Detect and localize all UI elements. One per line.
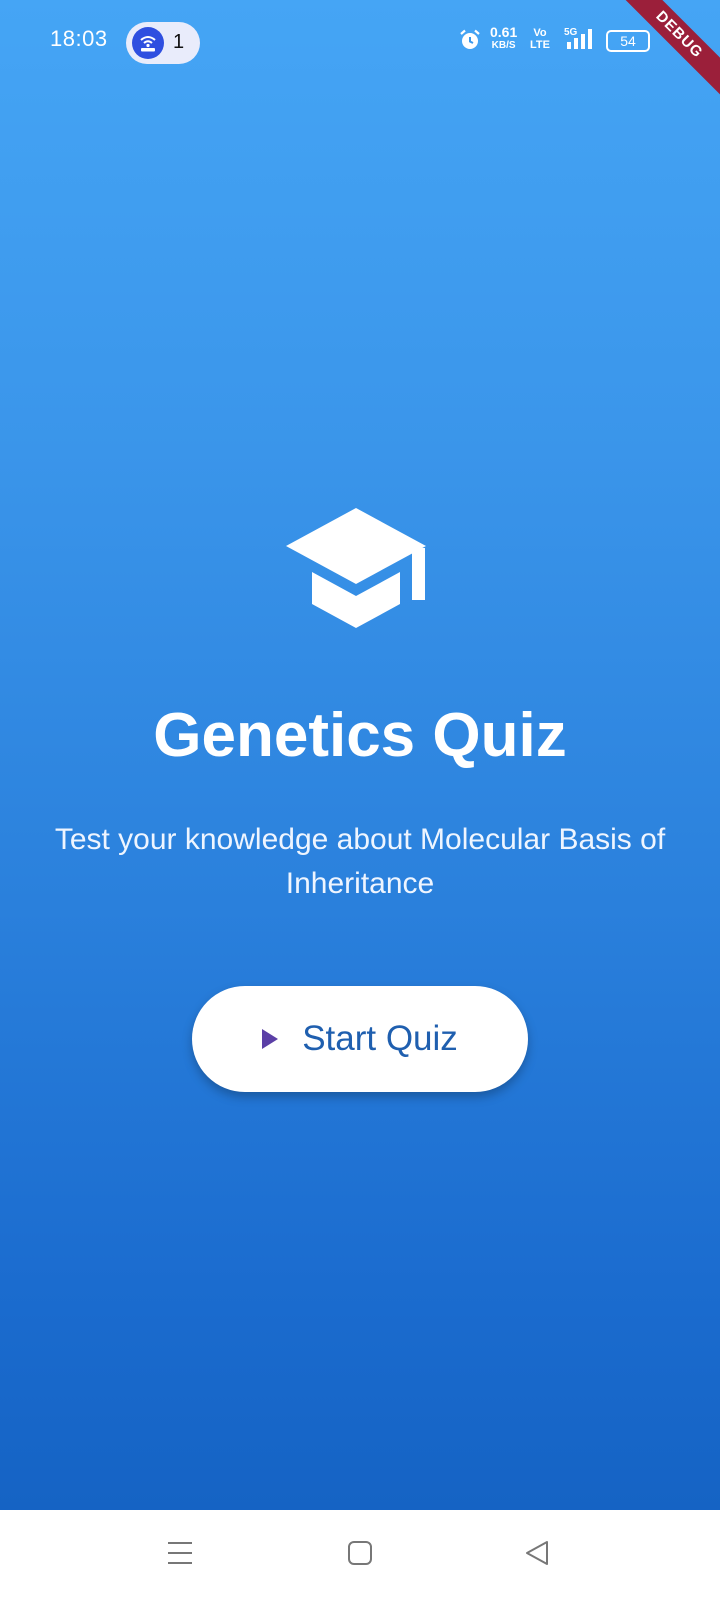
notification-count: 1	[173, 31, 185, 53]
system-navigation-bar	[0, 1510, 720, 1600]
menu-icon[interactable]	[167, 1540, 193, 1571]
battery-indicator: 54	[606, 30, 650, 52]
signal-icon: 5G	[563, 25, 603, 58]
network-type: 5G	[564, 27, 578, 38]
app-screen: 18:03 1 0.61 KB/S Vo LTE 5G 54 DEBUG Gen…	[0, 0, 720, 1510]
graduation-cap-icon	[284, 508, 434, 634]
alarm-icon	[458, 28, 482, 57]
page-subtitle: Test your knowledge about Molecular Basi…	[54, 823, 666, 900]
volte-indicator: Vo LTE	[530, 27, 550, 51]
play-icon	[262, 1029, 279, 1049]
start-quiz-button[interactable]: Start Quiz	[192, 986, 528, 1092]
page-title: Genetics Quiz	[153, 701, 567, 770]
hotspot-notification-pill[interactable]: 1	[126, 22, 200, 64]
status-time: 18:03	[50, 26, 108, 51]
start-quiz-label: Start Quiz	[302, 1019, 458, 1058]
home-icon[interactable]	[347, 1540, 373, 1571]
net-speed-unit: KB/S	[491, 40, 516, 51]
back-icon[interactable]	[524, 1540, 550, 1571]
network-speed: 0.61 KB/S	[490, 24, 518, 52]
volte-bottom: LTE	[530, 39, 550, 51]
status-bar: 18:03 1 0.61 KB/S Vo LTE 5G 54 DEBUG	[0, 0, 720, 105]
debug-banner: DEBUG	[609, 0, 720, 105]
volte-top: Vo	[533, 27, 547, 39]
net-speed-value: 0.61	[490, 24, 518, 40]
hotspot-icon	[132, 27, 164, 59]
